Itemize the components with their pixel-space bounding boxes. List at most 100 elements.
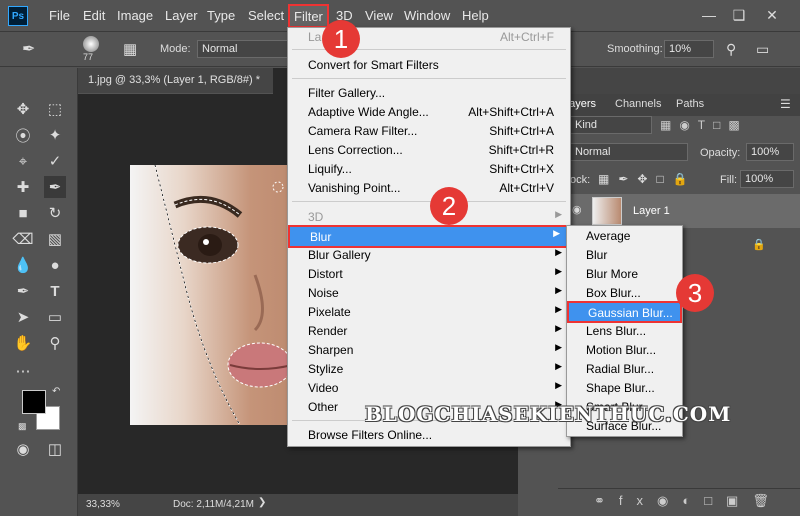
quick-mask-icon[interactable]: ◉	[12, 438, 34, 460]
menu-item-sharpen[interactable]: Sharpen ▶	[288, 341, 570, 360]
step-badge-1: 1	[322, 20, 360, 58]
move-tool-icon[interactable]: ✥	[12, 98, 34, 120]
rectangle-tool-icon[interactable]: ▭	[44, 306, 66, 328]
hand-tool-icon[interactable]: ✋	[12, 332, 34, 354]
brush-tool-icon[interactable]: ✒	[44, 176, 66, 198]
menu-item-distort[interactable]: Distort ▶	[288, 265, 570, 284]
menu-item-lens-correction[interactable]: Lens Correction... Shift+Ctrl+R	[288, 141, 570, 160]
menu-item-browse-filters-online[interactable]: Browse Filters Online...	[288, 426, 570, 445]
kind-filter[interactable]: Kind	[570, 116, 652, 134]
menu-edit[interactable]: Edit	[83, 8, 105, 23]
history-brush-tool-icon[interactable]: ↻	[44, 202, 66, 224]
submenu-item-radial-blur[interactable]: Radial Blur...	[567, 360, 682, 379]
more-tools-icon[interactable]: ⋯	[12, 360, 34, 382]
submenu-arrow-icon: ▶	[555, 361, 562, 371]
menu-item-blur-gallery[interactable]: Blur Gallery ▶	[288, 246, 570, 265]
menu-layer[interactable]: Layer	[165, 8, 198, 23]
foreground-color-swatch[interactable]	[22, 390, 46, 414]
layer-row[interactable]: ◉ Layer 1	[558, 194, 800, 228]
menu-file[interactable]: File	[49, 8, 70, 23]
screen-mode-icon[interactable]: ◫	[44, 438, 66, 460]
marquee-tool-icon[interactable]: ⬚	[44, 98, 66, 120]
search-icon[interactable]: ⚲	[726, 41, 736, 58]
menu-window[interactable]: Window	[404, 8, 450, 23]
eraser-tool-icon[interactable]: ⌫	[12, 228, 34, 250]
dodge-tool-icon[interactable]: ●	[44, 254, 66, 276]
layer-filter-icons[interactable]: ▦◉T□▩	[660, 118, 748, 132]
menu-item-adaptive-wide-angle[interactable]: Adaptive Wide Angle... Alt+Shift+Ctrl+A	[288, 103, 570, 122]
kind-value: Kind	[575, 119, 598, 131]
restore-icon[interactable]: ❑	[727, 4, 751, 26]
menu-item-render[interactable]: Render ▶	[288, 322, 570, 341]
crop-tool-icon[interactable]: ⌖	[12, 150, 34, 172]
step-badge-2: 2	[430, 187, 468, 225]
submenu-item-blur-more[interactable]: Blur More	[567, 265, 682, 284]
menu-item-video[interactable]: Video ▶	[288, 379, 570, 398]
brush-size-value: 77	[83, 52, 94, 62]
tab-paths[interactable]: Paths	[676, 98, 704, 110]
submenu-item-average[interactable]: Average	[567, 227, 682, 246]
opacity-input[interactable]: 100%	[746, 143, 794, 161]
menu-item-pixelate[interactable]: Pixelate ▶	[288, 303, 570, 322]
submenu-item-motion-blur[interactable]: Motion Blur...	[567, 341, 682, 360]
pen-tool-icon[interactable]: ✒	[12, 280, 34, 302]
menu-item-camera-raw[interactable]: Camera Raw Filter... Shift+Ctrl+A	[288, 122, 570, 141]
eyedropper-tool-icon[interactable]: ✓	[44, 150, 66, 172]
menu-item-liquify[interactable]: Liquify... Shift+Ctrl+X	[288, 160, 570, 179]
blur-tool-icon[interactable]: 💧	[12, 254, 34, 276]
menu-item-convert-smart-filters[interactable]: Convert for Smart Filters	[288, 56, 570, 75]
menu-image[interactable]: Image	[117, 8, 153, 23]
menu-item-noise[interactable]: Noise ▶	[288, 284, 570, 303]
layer-action-icons[interactable]: ⚭fx◉◐□▣🗑	[594, 493, 783, 509]
status-arrow-icon[interactable]: ❯	[258, 497, 266, 508]
quick-select-tool-icon[interactable]: ✦	[44, 124, 66, 146]
doc-size: Doc: 2,11M/4,21M	[173, 499, 254, 510]
watermark: BLOGCHIASEKIENTHUC.COM	[365, 402, 732, 426]
submenu-item-blur[interactable]: Blur	[567, 246, 682, 265]
brush-tool-icon[interactable]: ✒	[22, 39, 35, 59]
menu-type[interactable]: Type	[207, 8, 235, 23]
mode-label: Mode:	[160, 43, 191, 55]
menu-select[interactable]: Select	[248, 8, 284, 23]
mode-value: Normal	[202, 43, 238, 55]
menu-item-filter-gallery[interactable]: Filter Gallery...	[288, 84, 570, 103]
zoom-tool-icon[interactable]: ⚲	[44, 332, 66, 354]
menu-filter[interactable]: Filter	[288, 4, 329, 28]
tab-channels[interactable]: Channels	[615, 98, 661, 110]
panel-menu-icon[interactable]: ☰	[780, 97, 791, 111]
brush-preset-icon[interactable]	[83, 36, 99, 52]
menu-help[interactable]: Help	[462, 8, 489, 23]
stamp-tool-icon[interactable]: ■	[12, 202, 34, 224]
document-tab[interactable]: 1.jpg @ 33,3% (Layer 1, RGB/8#) *	[78, 68, 273, 94]
default-colors-icon[interactable]: ▩	[18, 421, 27, 432]
submenu-item-lens-blur[interactable]: Lens Blur...	[567, 322, 682, 341]
menu-item-blur[interactable]: Blur ▶	[288, 225, 570, 248]
smoothing-input[interactable]: 10%	[664, 40, 714, 58]
zoom-level[interactable]: 33,33%	[86, 499, 120, 510]
submenu-arrow-icon: ▶	[555, 342, 562, 352]
step-badge-3: 3	[676, 274, 714, 312]
workspace-icon[interactable]: ▭	[756, 41, 769, 58]
menu-view[interactable]: View	[365, 8, 393, 23]
type-tool-icon[interactable]: T	[44, 280, 66, 302]
blend-mode-select[interactable]: Normal	[570, 143, 688, 161]
swap-colors-icon[interactable]: ↶	[52, 386, 60, 397]
close-icon[interactable]: ✕	[760, 4, 784, 26]
submenu-arrow-icon: ▶	[555, 285, 562, 295]
lock-icons[interactable]: ▦✒✥□🔒	[598, 172, 697, 186]
minimize-icon[interactable]: —	[697, 4, 721, 26]
submenu-arrow-icon: ▶	[555, 380, 562, 390]
submenu-item-shape-blur[interactable]: Shape Blur...	[567, 379, 682, 398]
lasso-tool-icon[interactable]: ⦿	[12, 124, 34, 146]
visibility-icon[interactable]: ◉	[572, 203, 582, 216]
brush-settings-icon[interactable]: ▦	[123, 40, 137, 58]
menu-item-stylize[interactable]: Stylize ▶	[288, 360, 570, 379]
path-select-tool-icon[interactable]: ➤	[12, 306, 34, 328]
mode-select[interactable]: Normal	[197, 40, 291, 58]
healing-tool-icon[interactable]: ✚	[12, 176, 34, 198]
layer-name: Layer 1	[633, 205, 670, 217]
submenu-item-gaussian-blur[interactable]: Gaussian Blur...	[567, 301, 682, 323]
fill-input[interactable]: 100%	[740, 170, 794, 188]
gradient-tool-icon[interactable]: ▧	[44, 228, 66, 250]
menu-item-vanishing-point[interactable]: Vanishing Point... Alt+Ctrl+V	[288, 179, 570, 198]
